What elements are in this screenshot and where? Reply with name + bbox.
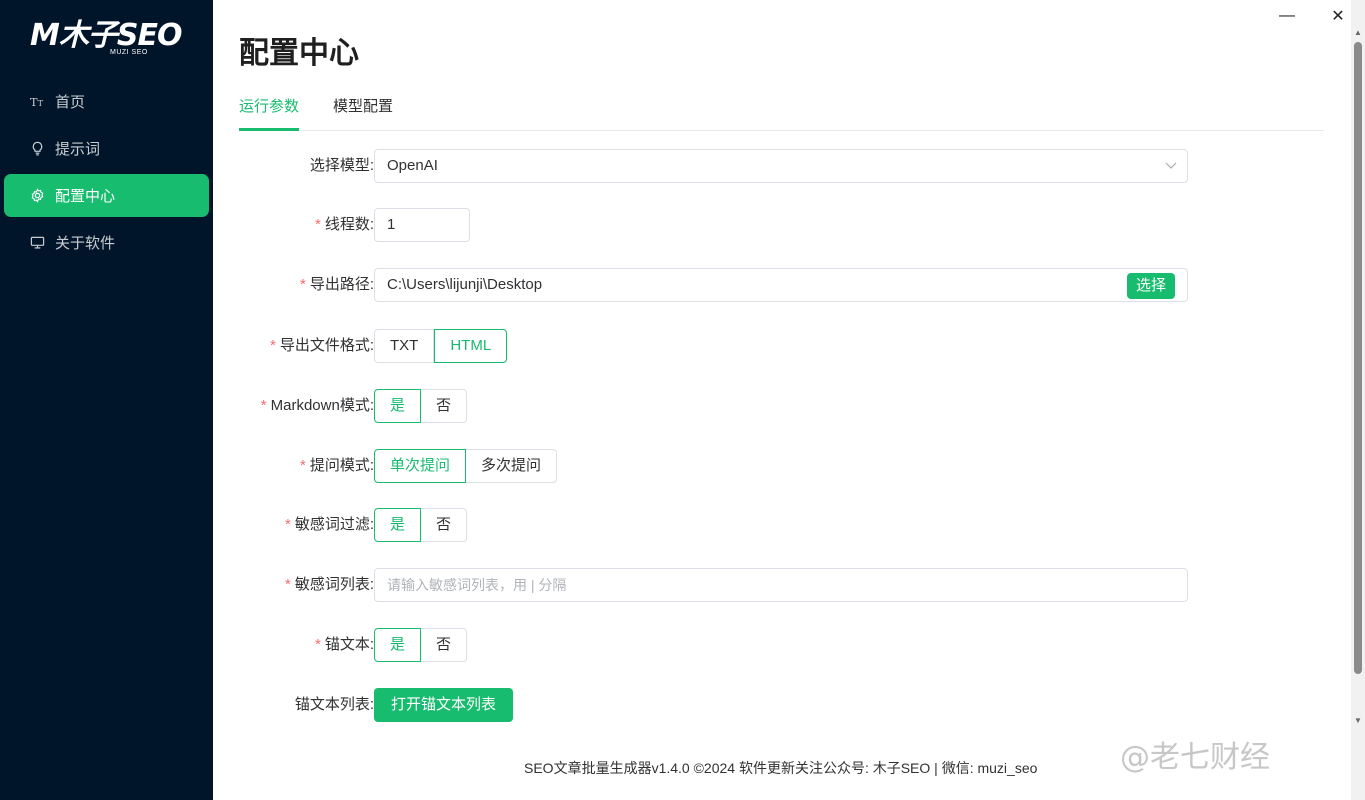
required-asterisk: * [299, 457, 306, 474]
sensitive-filter-option-yes[interactable]: 是 [374, 508, 422, 542]
ask-mode-radio-group: 单次提问 多次提问 [374, 449, 558, 483]
vertical-scrollbar[interactable]: ▲ ▼ [1351, 0, 1365, 800]
export-format-radio-group: TXT HTML [374, 329, 508, 363]
tab-run-params[interactable]: 运行参数 [239, 94, 300, 131]
form-row-threads: * 线程数: 1 [214, 208, 1194, 242]
form-row-sensitive-filter: * 敏感词过滤: 是 否 [214, 508, 1194, 542]
form-row-ask-mode: * 提问模式: 单次提问 多次提问 [214, 449, 1194, 483]
anchor-list-label: 锚文本列表: [294, 696, 374, 713]
required-asterisk: * [284, 516, 291, 533]
form-row-export-path: * 导出路径: C:\Users\lijunji\Desktop 选择 [214, 268, 1194, 302]
model-label: 选择模型: [309, 157, 374, 174]
sidebar-item-label: 首页 [55, 94, 86, 111]
monitor-icon [28, 234, 46, 252]
markdown-radio-group: 是 否 [374, 389, 468, 423]
ask-mode-label: * 提问模式: [299, 457, 374, 474]
ask-mode-option-single[interactable]: 单次提问 [374, 449, 467, 483]
anchor-list-control: 打开锚文本列表 [374, 688, 514, 722]
anchor-label: * 锚文本: [314, 636, 374, 653]
export-path-value: C:\Users\lijunji\Desktop [387, 276, 543, 293]
tab-model-config[interactable]: 模型配置 [333, 94, 393, 131]
threads-input[interactable]: 1 [374, 208, 470, 242]
threads-label: * 线程数: [314, 216, 374, 233]
sensitive-list-label: * 敏感词列表: [284, 576, 374, 593]
sensitive-filter-label: * 敏感词过滤: [284, 516, 374, 533]
sidebar-item-home[interactable]: TT 首页 [4, 80, 209, 123]
app-logo: M木子SEO MUZI SEO [30, 18, 190, 60]
sidebar-item-config[interactable]: 配置中心 [4, 174, 209, 217]
logo-subtext: MUZI SEO [110, 49, 148, 56]
model-control: OpenAI [374, 149, 1188, 183]
required-asterisk: * [269, 337, 276, 354]
sidebar-item-label: 关于软件 [55, 235, 116, 252]
model-select-value: OpenAI [387, 157, 438, 174]
model-select[interactable]: OpenAI [374, 149, 1188, 183]
sensitive-filter-radio-group: 是 否 [374, 508, 468, 542]
watermark: @老七财经 [1120, 740, 1270, 775]
required-asterisk: * [260, 397, 267, 414]
chevron-down-icon [1165, 150, 1177, 194]
logo-text: M木子SEO [30, 18, 182, 53]
open-anchor-list-button[interactable]: 打开锚文本列表 [374, 688, 514, 722]
anchor-radio-group: 是 否 [374, 628, 468, 662]
sensitive-list-control: 请输入敏感词列表，用 | 分隔 [374, 568, 1188, 602]
footer-text: SEO文章批量生成器v1.4.0 ©2024 软件更新关注公众号: 木子SEO … [524, 760, 1038, 776]
minimize-button[interactable]: — [1272, 4, 1302, 28]
form-row-model: 选择模型: OpenAI [214, 149, 1194, 183]
gear-icon [28, 187, 46, 205]
markdown-option-no[interactable]: 否 [421, 389, 468, 423]
export-format-label: * 导出文件格式: [269, 337, 374, 354]
form-row-export-format: * 导出文件格式: TXT HTML [214, 329, 1194, 363]
sidebar-item-prompts[interactable]: 提示词 [4, 127, 209, 170]
close-button[interactable]: ✕ [1323, 4, 1353, 28]
scroll-down-arrow-icon[interactable]: ▼ [1353, 716, 1363, 726]
export-path-label: * 导出路径: [299, 276, 374, 293]
threads-control: 1 [374, 208, 470, 242]
format-option-html[interactable]: HTML [434, 329, 508, 363]
lightbulb-icon [28, 140, 46, 158]
scroll-thumb[interactable] [1354, 42, 1362, 674]
format-option-txt[interactable]: TXT [374, 329, 435, 363]
required-asterisk: * [314, 636, 321, 653]
svg-text:T: T [37, 98, 43, 108]
form-row-sensitive-list: * 敏感词列表: 请输入敏感词列表，用 | 分隔 [214, 568, 1194, 602]
sidebar-item-about[interactable]: 关于软件 [4, 221, 209, 264]
form-row-anchor-list: 锚文本列表: 打开锚文本列表 [214, 688, 1194, 722]
tab-bar: 运行参数 模型配置 [239, 94, 1324, 131]
markdown-option-yes[interactable]: 是 [374, 389, 422, 423]
sidebar: M木子SEO MUZI SEO TT 首页 提示词 配置中心 关于软件 [0, 0, 213, 800]
text-size-icon: TT [28, 93, 46, 111]
scroll-up-arrow-icon[interactable]: ▲ [1353, 28, 1363, 38]
form-row-markdown: * Markdown模式: 是 否 [214, 389, 1194, 423]
choose-path-button[interactable]: 选择 [1126, 273, 1175, 299]
export-path-input[interactable]: C:\Users\lijunji\Desktop 选择 [374, 268, 1188, 302]
form-row-anchor: * 锚文本: 是 否 [214, 628, 1194, 662]
sensitive-filter-option-no[interactable]: 否 [421, 508, 468, 542]
anchor-option-no[interactable]: 否 [421, 628, 468, 662]
ask-mode-option-multi[interactable]: 多次提问 [466, 449, 558, 483]
sensitive-list-input[interactable]: 请输入敏感词列表，用 | 分隔 [374, 568, 1188, 602]
page-title: 配置中心 [239, 37, 359, 70]
sidebar-menu: TT 首页 提示词 配置中心 关于软件 [0, 80, 213, 268]
required-asterisk: * [299, 276, 306, 293]
required-asterisk: * [314, 216, 321, 233]
anchor-option-yes[interactable]: 是 [374, 628, 422, 662]
export-path-control: C:\Users\lijunji\Desktop 选择 [374, 268, 1188, 302]
markdown-label: * Markdown模式: [260, 397, 374, 414]
required-asterisk: * [284, 576, 291, 593]
sidebar-item-label: 配置中心 [55, 188, 116, 205]
sidebar-item-label: 提示词 [55, 141, 101, 158]
